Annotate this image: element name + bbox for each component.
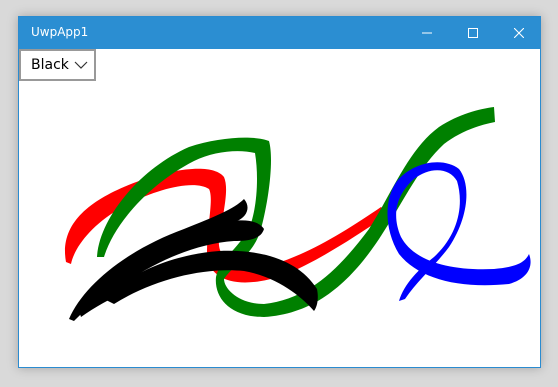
maximize-button[interactable]	[450, 17, 496, 49]
window-title: UwpApp1	[31, 25, 89, 39]
close-icon	[514, 28, 524, 38]
minimize-button[interactable]	[404, 17, 450, 49]
close-button[interactable]	[496, 17, 542, 49]
chevron-down-icon	[74, 61, 88, 69]
ink-content-area: Black	[19, 49, 540, 367]
color-combobox[interactable]: Black	[19, 49, 96, 81]
color-combobox-value: Black	[31, 57, 69, 73]
blue-ink-stroke	[387, 162, 531, 301]
title-bar[interactable]: UwpApp1	[19, 17, 540, 49]
ink-canvas[interactable]	[19, 49, 540, 367]
app-window: UwpApp1 Black	[18, 16, 541, 368]
minimize-icon	[422, 32, 432, 34]
maximize-icon	[468, 28, 478, 38]
